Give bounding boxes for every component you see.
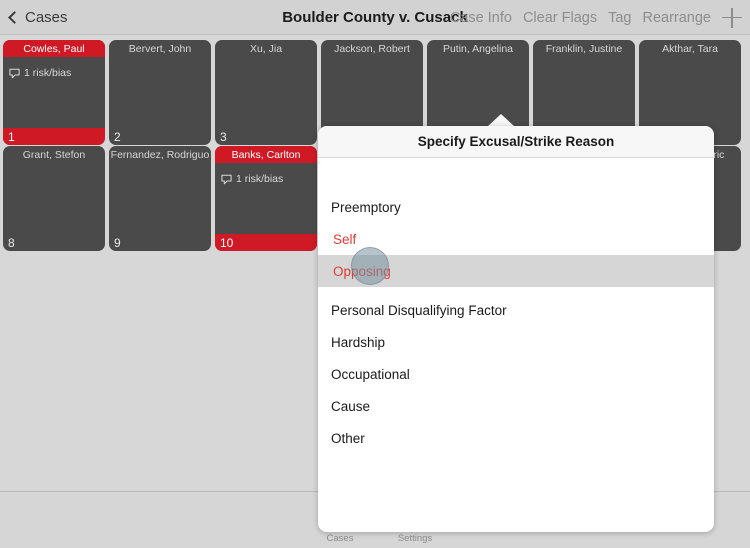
juror-name: Cowles, Paul bbox=[3, 40, 105, 57]
option-opposing[interactable]: Opposing bbox=[318, 255, 714, 287]
back-button-label: Cases bbox=[25, 9, 68, 26]
juror-number: 9 bbox=[114, 235, 121, 250]
list-spacer bbox=[318, 287, 714, 294]
risk-bias-indicator: 1 risk/bias bbox=[221, 173, 283, 185]
option-hardship[interactable]: Hardship bbox=[318, 326, 714, 358]
option-cause[interactable]: Cause bbox=[318, 390, 714, 422]
excusal-reason-popover: Specify Excusal/Strike Reason Preemptory… bbox=[318, 126, 714, 532]
juror-number: 2 bbox=[114, 129, 121, 144]
risk-bias-label: 1 risk/bias bbox=[236, 173, 284, 185]
navbar-action-rearrange[interactable]: Rearrange bbox=[642, 10, 711, 26]
juror-name: Jackson, Robert bbox=[334, 42, 410, 55]
risk-bias-indicator: 1 risk/bias bbox=[9, 67, 71, 79]
juror-card[interactable]: Cowles, Paul 1 risk/bias 1 bbox=[3, 40, 105, 145]
option-self[interactable]: Self bbox=[318, 223, 714, 255]
option-preemptory[interactable]: Preemptory bbox=[318, 191, 714, 223]
tab-settings[interactable]: Settings bbox=[370, 533, 460, 544]
option-occupational[interactable]: Occupational bbox=[318, 358, 714, 390]
juror-number: 10 bbox=[215, 234, 317, 251]
app-root: Cases Boulder County v. Cusack Case Info… bbox=[0, 0, 750, 548]
option-other[interactable]: Other bbox=[318, 422, 714, 454]
navbar-actions: Case Info Clear Flags Tag Rearrange bbox=[450, 0, 742, 35]
chevron-left-icon bbox=[8, 11, 21, 24]
back-to-cases-button[interactable]: Cases bbox=[8, 0, 68, 35]
juror-name: Bervert, John bbox=[128, 42, 192, 55]
juror-card[interactable]: Fernandez, Rodriguo 9 bbox=[109, 146, 211, 251]
juror-name: Putin, Angelina bbox=[442, 42, 514, 55]
juror-name: Fernandez, Rodriguo bbox=[110, 148, 210, 161]
speech-bubble-icon bbox=[9, 68, 20, 78]
juror-name: Akthar, Tara bbox=[662, 42, 718, 55]
juror-card[interactable]: Xu, Jia 3 bbox=[215, 40, 317, 145]
speech-bubble-icon bbox=[221, 174, 232, 184]
navigation-bar: Cases Boulder County v. Cusack Case Info… bbox=[0, 0, 750, 35]
navbar-action-tag[interactable]: Tag bbox=[608, 10, 631, 26]
juror-card[interactable]: Bervert, John 2 bbox=[109, 40, 211, 145]
juror-number: 8 bbox=[8, 235, 15, 250]
navbar-action-clear-flags[interactable]: Clear Flags bbox=[523, 10, 597, 26]
juror-name: Grant, Stefon bbox=[22, 148, 86, 161]
option-personal-disqualifying-factor[interactable]: Personal Disqualifying Factor bbox=[318, 294, 714, 326]
popover-title: Specify Excusal/Strike Reason bbox=[318, 126, 714, 158]
juror-card[interactable]: Banks, Carlton 1 risk/bias 10 bbox=[215, 146, 317, 251]
juror-name: Franklin, Justine bbox=[545, 42, 623, 55]
navbar-action-case-info[interactable]: Case Info bbox=[450, 10, 512, 26]
excusal-reason-list: Preemptory Self Opposing Personal Disqualif… bbox=[318, 158, 714, 454]
add-juror-button[interactable] bbox=[722, 7, 742, 28]
juror-name: Xu, Jia bbox=[249, 42, 283, 55]
juror-number: 3 bbox=[220, 129, 227, 144]
juror-card[interactable]: Grant, Stefon 8 bbox=[3, 146, 105, 251]
juror-number: 1 bbox=[3, 128, 105, 145]
juror-name: Banks, Carlton bbox=[215, 146, 317, 163]
risk-bias-label: 1 risk/bias bbox=[24, 67, 72, 79]
list-spacer bbox=[318, 158, 714, 191]
